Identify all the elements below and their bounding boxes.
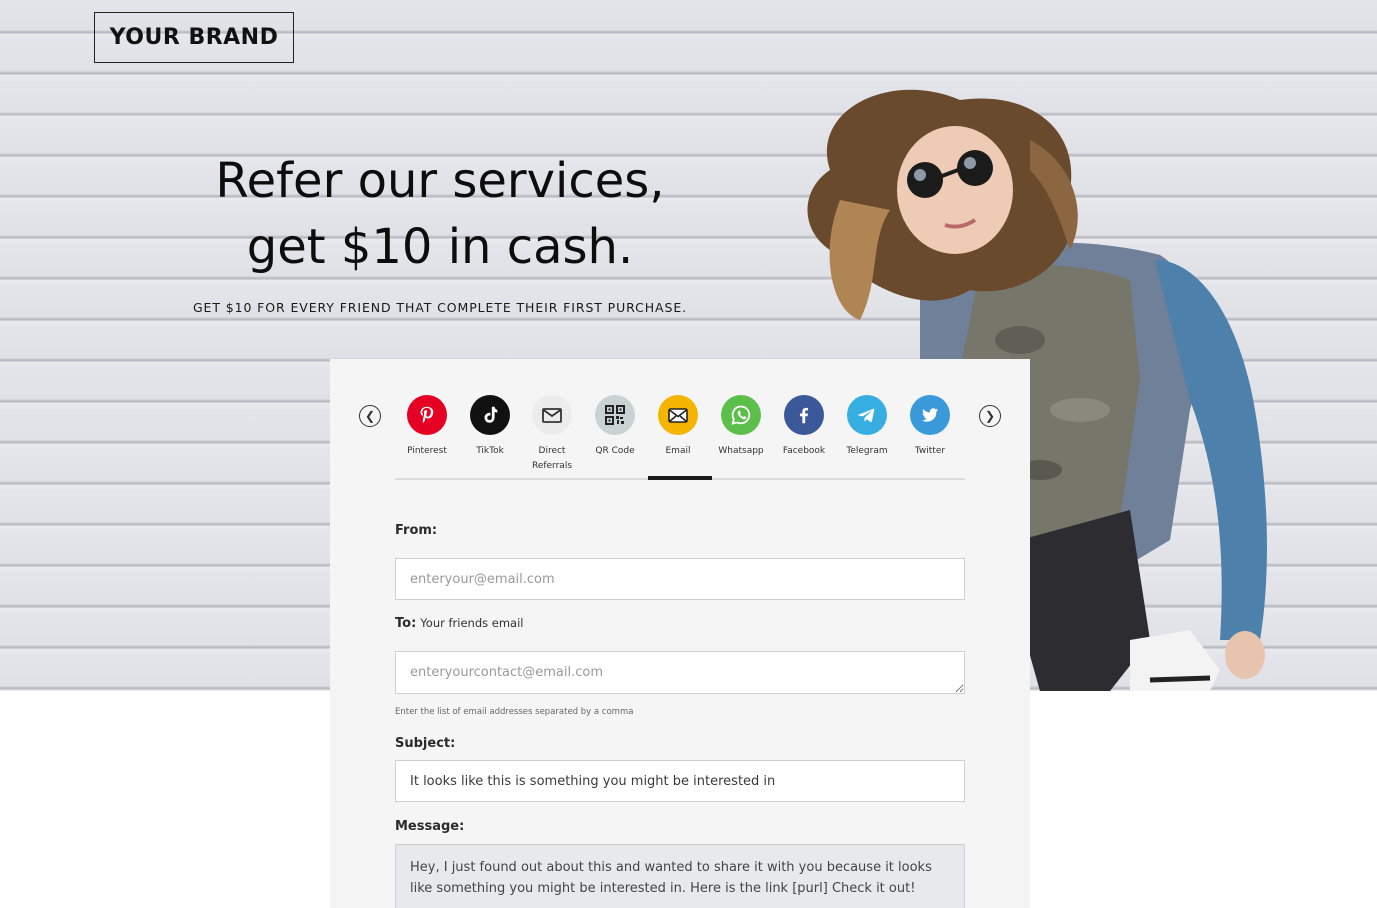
whatsapp-icon bbox=[721, 395, 761, 435]
to-email-input[interactable] bbox=[395, 651, 965, 694]
share-label: Facebook bbox=[782, 446, 826, 456]
share-label: Pinterest bbox=[407, 446, 447, 456]
hero-subheadline: GET $10 FOR EVERY FRIEND THAT COMPLETE T… bbox=[192, 300, 688, 315]
to-label: To: Your friends email bbox=[395, 616, 523, 631]
pinterest-icon bbox=[407, 395, 447, 435]
share-tab-twitter[interactable]: Twitter bbox=[898, 395, 962, 459]
tab-active-indicator bbox=[648, 476, 712, 480]
share-tab-email[interactable]: Email bbox=[646, 395, 710, 459]
share-channel-tabs: Pinterest TikTok Direct Referrals QR Cod… bbox=[395, 395, 965, 515]
share-tab-pinterest[interactable]: Pinterest bbox=[395, 395, 459, 459]
share-tab-tiktok[interactable]: TikTok bbox=[458, 395, 522, 459]
email-icon bbox=[658, 395, 698, 435]
carousel-next-button[interactable]: ❯ bbox=[979, 405, 1001, 427]
envelope-outline-icon bbox=[532, 395, 572, 435]
share-label: QR Code bbox=[595, 446, 635, 456]
tiktok-icon bbox=[470, 395, 510, 435]
share-label: Email bbox=[665, 446, 691, 456]
telegram-icon bbox=[847, 395, 887, 435]
message-label: Message: bbox=[395, 819, 465, 834]
share-tab-qr-code[interactable]: QR Code bbox=[583, 395, 647, 459]
from-label: From: bbox=[395, 523, 438, 538]
subject-label: Subject: bbox=[395, 736, 456, 751]
chevron-left-icon: ❮ bbox=[364, 409, 376, 423]
share-label: Twitter bbox=[914, 446, 946, 456]
share-label: Whatsapp bbox=[718, 446, 764, 456]
share-tab-facebook[interactable]: Facebook bbox=[772, 395, 836, 459]
headline-line-1: Refer our services, bbox=[215, 153, 665, 209]
share-tab-whatsapp[interactable]: Whatsapp bbox=[709, 395, 773, 459]
facebook-icon bbox=[784, 395, 824, 435]
carousel-prev-button[interactable]: ❮ bbox=[359, 405, 381, 427]
to-sublabel: Your friends email bbox=[420, 616, 524, 630]
share-tab-direct-referrals[interactable]: Direct Referrals bbox=[520, 395, 584, 474]
subject-input[interactable] bbox=[395, 760, 965, 802]
chevron-right-icon: ❯ bbox=[984, 409, 996, 423]
from-email-input[interactable] bbox=[395, 558, 965, 600]
hero-headline: Refer our services, get $10 in cash. bbox=[150, 148, 730, 280]
referral-card: ❮ ❯ Pinterest TikTok Direct Referrals QR… bbox=[330, 359, 1030, 908]
qr-code-icon bbox=[595, 395, 635, 435]
share-tab-telegram[interactable]: Telegram bbox=[835, 395, 899, 459]
twitter-icon bbox=[910, 395, 950, 435]
share-label: TikTok bbox=[476, 446, 504, 456]
to-field-hint: Enter the list of email addresses separa… bbox=[395, 707, 634, 717]
share-label: Direct Referrals bbox=[531, 446, 573, 471]
share-label: Telegram bbox=[846, 446, 888, 456]
brand-logo[interactable]: YOUR BRAND bbox=[94, 12, 294, 63]
message-textarea[interactable]: Hey, I just found out about this and wan… bbox=[395, 844, 965, 908]
to-label-text: To: bbox=[395, 616, 417, 631]
headline-line-2: get $10 in cash. bbox=[246, 219, 634, 275]
